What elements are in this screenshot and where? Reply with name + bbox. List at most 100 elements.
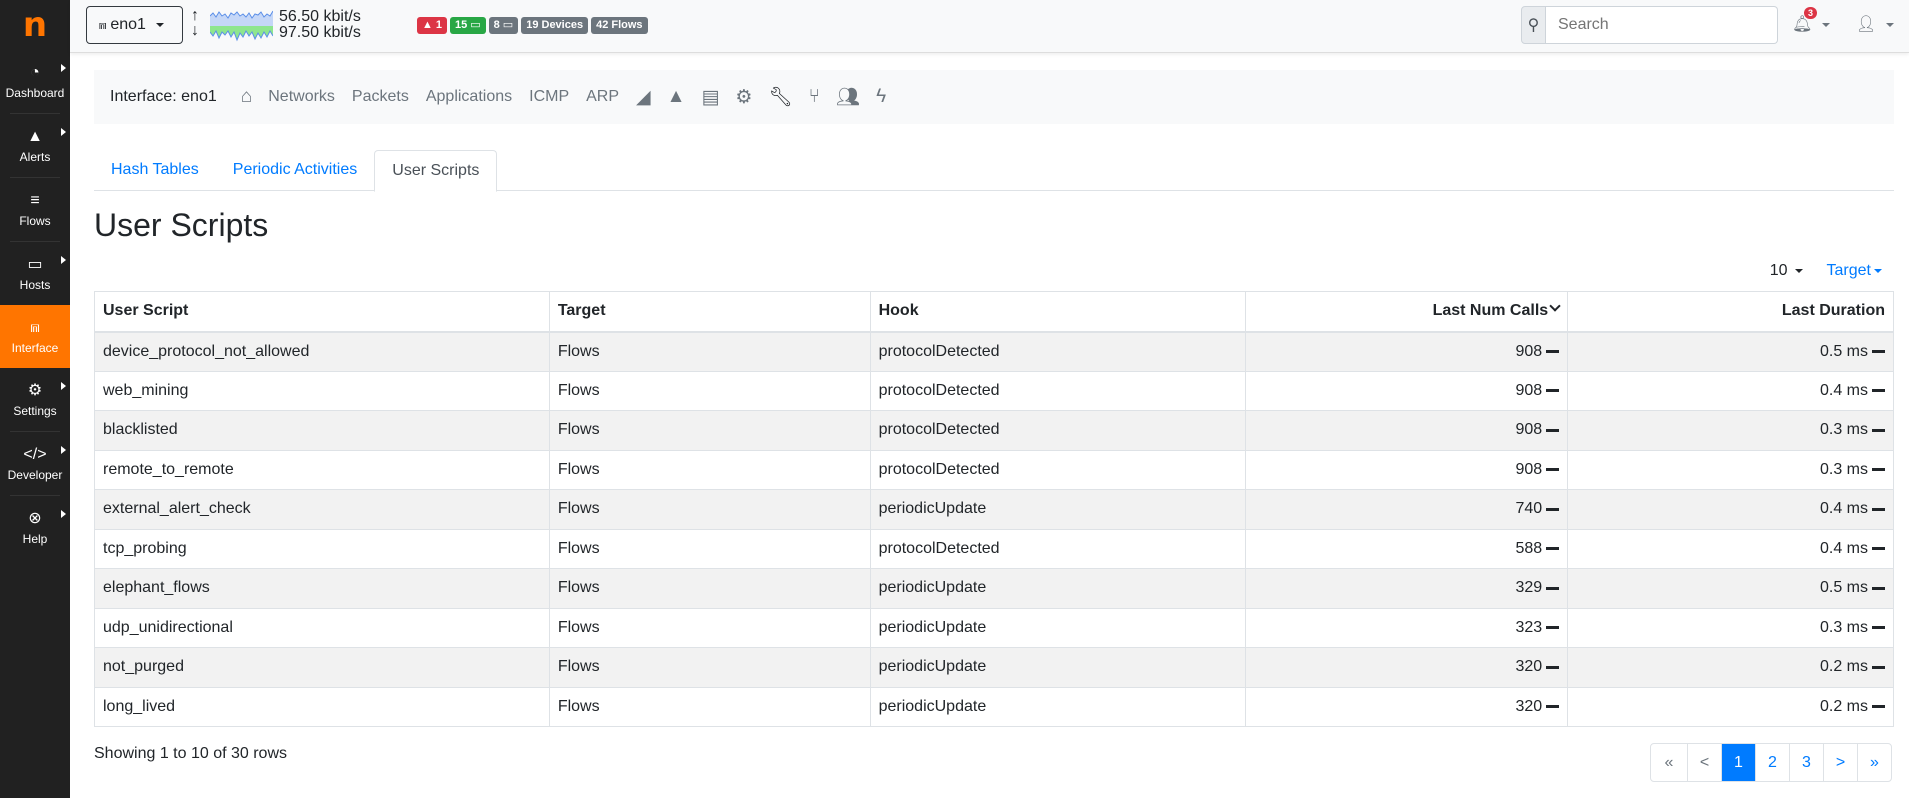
sidebar-item-label: Flows <box>19 213 51 228</box>
home-icon[interactable]: ⌂ <box>241 86 252 108</box>
dashboard-icon: ◔ <box>30 63 40 81</box>
bolt-icon[interactable]: ϟ <box>876 86 886 108</box>
table-row[interactable]: remote_to_remote Flows protocolDetected 908… <box>94 449 1894 490</box>
table-toolbar: 10 Target <box>1770 262 1882 280</box>
laptop-icon: ▭ <box>470 19 481 31</box>
cell-user-script: device_protocol_not_allowed <box>94 331 550 372</box>
users-icon[interactable]: 👥︎ <box>836 85 860 109</box>
alerts-badge[interactable]: ▲ 1 <box>417 17 448 34</box>
column-header-target[interactable]: Target <box>548 291 871 333</box>
subnav-link-packets[interactable]: Packets <box>352 88 409 106</box>
submenu-caret-icon <box>61 128 66 136</box>
file-icon[interactable]: ▤ <box>701 86 719 109</box>
cell-last-num-calls: 740 <box>1245 489 1569 530</box>
table-row[interactable]: web_mining Flows protocolDetected 908 0.4 ms <box>94 370 1894 411</box>
trend-steady-icon <box>1546 626 1560 630</box>
remote-hosts-badge[interactable]: 8 ▭ <box>488 17 519 34</box>
column-header-user-script[interactable]: User Script <box>94 291 550 333</box>
trend-steady-icon <box>1546 428 1560 432</box>
search-icon[interactable]: ⚲ <box>1521 6 1546 44</box>
devices-badge[interactable]: 19 Devices <box>521 17 589 34</box>
user-menu-button[interactable]: 👤︎ <box>1856 14 1894 34</box>
prev-page-button[interactable]: < <box>1687 744 1721 781</box>
code-icon: </> <box>23 445 47 463</box>
user-icon: 👤︎ <box>1856 16 1877 33</box>
cell-last-num-calls: 320 <box>1245 686 1569 727</box>
page-button-3[interactable]: 3 <box>1789 744 1823 781</box>
cell-last-num-calls: 323 <box>1245 607 1569 648</box>
top-navbar: ⩎ eno1 ↑ ↓ 56.50 kbit/s 97.50 kbit/s ▲ 1 1… <box>70 0 1909 53</box>
trend-steady-icon <box>1872 428 1885 432</box>
page-size-dropdown[interactable]: 10 <box>1770 262 1803 280</box>
table-row[interactable]: elephant_flows Flows periodicUpdate 329 0.5 … <box>94 568 1894 609</box>
trend-steady-icon <box>1872 626 1885 630</box>
first-page-button[interactable]: « <box>1651 744 1687 781</box>
sidebar-item-label: Hosts <box>19 277 51 292</box>
sidebar-item-label: Dashboard <box>5 85 65 100</box>
table-row[interactable]: udp_unidirectional Flows periodicUpdate 323… <box>94 607 1894 648</box>
local-hosts-badge[interactable]: 15 ▭ <box>450 17 486 34</box>
cell-last-duration: 0.5 ms <box>1567 568 1894 609</box>
gear-icon[interactable]: ⚙ <box>735 86 752 109</box>
table-row[interactable]: device_protocol_not_allowed Flows protocol… <box>94 331 1894 372</box>
ethernet-icon: ⩎ <box>30 318 40 336</box>
page-button-1[interactable]: 1 <box>1721 744 1755 781</box>
ntopng-logo[interactable]: n <box>0 0 70 50</box>
tabs: Hash Tables Periodic Activities User Scr… <box>94 150 1894 192</box>
trend-steady-icon <box>1546 547 1560 551</box>
notifications-button[interactable]: 🔔︎ 3 <box>1792 7 1830 34</box>
trend-steady-icon <box>1546 665 1560 669</box>
subnav-link-applications[interactable]: Applications <box>426 88 512 106</box>
sidebar-item-flows[interactable]: ≡ Flows <box>0 178 70 241</box>
sidebar-item-hosts[interactable]: ▭ Hosts <box>0 242 70 305</box>
trend-steady-icon <box>1546 586 1560 590</box>
traffic-sparkline[interactable] <box>210 10 273 42</box>
cell-user-script: remote_to_remote <box>94 449 550 490</box>
column-header-last-num-calls[interactable]: Last Num Calls <box>1245 291 1569 333</box>
tab-hash-tables[interactable]: Hash Tables <box>94 150 216 191</box>
area-chart-icon[interactable]: ◢ <box>636 86 651 109</box>
cell-last-duration: 0.4 ms <box>1567 370 1894 411</box>
notifications-count-badge: 3 <box>1804 7 1818 19</box>
tab-periodic-activities[interactable]: Periodic Activities <box>216 150 375 191</box>
code-branch-icon[interactable]: ⑂ <box>809 86 820 108</box>
target-filter-dropdown[interactable]: Target <box>1827 262 1882 280</box>
next-page-button[interactable]: > <box>1823 744 1857 781</box>
table-row[interactable]: not_purged Flows periodicUpdate 320 0.2 ms <box>94 647 1894 688</box>
sidebar-item-interface[interactable]: ⩎ Interface <box>0 305 70 368</box>
cell-last-duration: 0.2 ms <box>1567 686 1894 727</box>
trend-steady-icon <box>1872 705 1885 709</box>
sidebar-item-developer[interactable]: </> Developer <box>0 432 70 495</box>
flows-badge[interactable]: 42 Flows <box>591 17 648 34</box>
table-row[interactable]: tcp_probing Flows protocolDetected 588 0.4 m… <box>94 528 1894 569</box>
subnav-link-icmp[interactable]: ICMP <box>529 88 569 106</box>
last-page-button[interactable]: » <box>1857 744 1891 781</box>
column-header-last-duration[interactable]: Last Duration <box>1567 291 1894 333</box>
sidebar-item-alerts[interactable]: ▲ Alerts <box>0 114 70 177</box>
subnav-link-arp[interactable]: ARP <box>586 88 619 106</box>
search-input[interactable] <box>1546 6 1778 44</box>
subnav-title: Interface: eno1 <box>110 88 217 105</box>
table-row[interactable]: long_lived Flows periodicUpdate 320 0.2 ms <box>94 686 1894 727</box>
cell-target: Flows <box>548 647 871 688</box>
sidebar-item-dashboard[interactable]: ◔ Dashboard <box>0 50 70 113</box>
subnav-link-networks[interactable]: Networks <box>268 88 335 106</box>
sidebar-item-label: Interface <box>11 340 59 355</box>
sidebar-item-help[interactable]: ⊗ Help <box>0 496 70 559</box>
trend-steady-icon <box>1872 349 1885 353</box>
user-scripts-table: User Script Target Hook Last Num Calls L… <box>94 291 1894 727</box>
wrench-icon[interactable]: 🔧︎ <box>768 85 792 109</box>
tab-user-scripts[interactable]: User Scripts <box>374 150 498 192</box>
search-box: ⚲ <box>1521 6 1778 44</box>
trend-steady-icon <box>1872 468 1885 472</box>
sidebar-item-settings[interactable]: ⚙ Settings <box>0 368 70 431</box>
table-row[interactable]: blacklisted Flows protocolDetected 908 0.3 m… <box>94 410 1894 451</box>
warning-icon[interactable]: ▲ <box>667 86 686 108</box>
interface-selector[interactable]: ⩎ eno1 <box>86 6 183 44</box>
traffic-direction-icon: ↑ ↓ <box>191 7 199 39</box>
table-row[interactable]: external_alert_check Flows periodicUpdate 7… <box>94 489 1894 530</box>
page-button-2[interactable]: 2 <box>1755 744 1789 781</box>
chevron-down-icon <box>1821 22 1830 27</box>
column-header-hook[interactable]: Hook <box>869 291 1247 333</box>
cell-hook: periodicUpdate <box>869 686 1247 727</box>
